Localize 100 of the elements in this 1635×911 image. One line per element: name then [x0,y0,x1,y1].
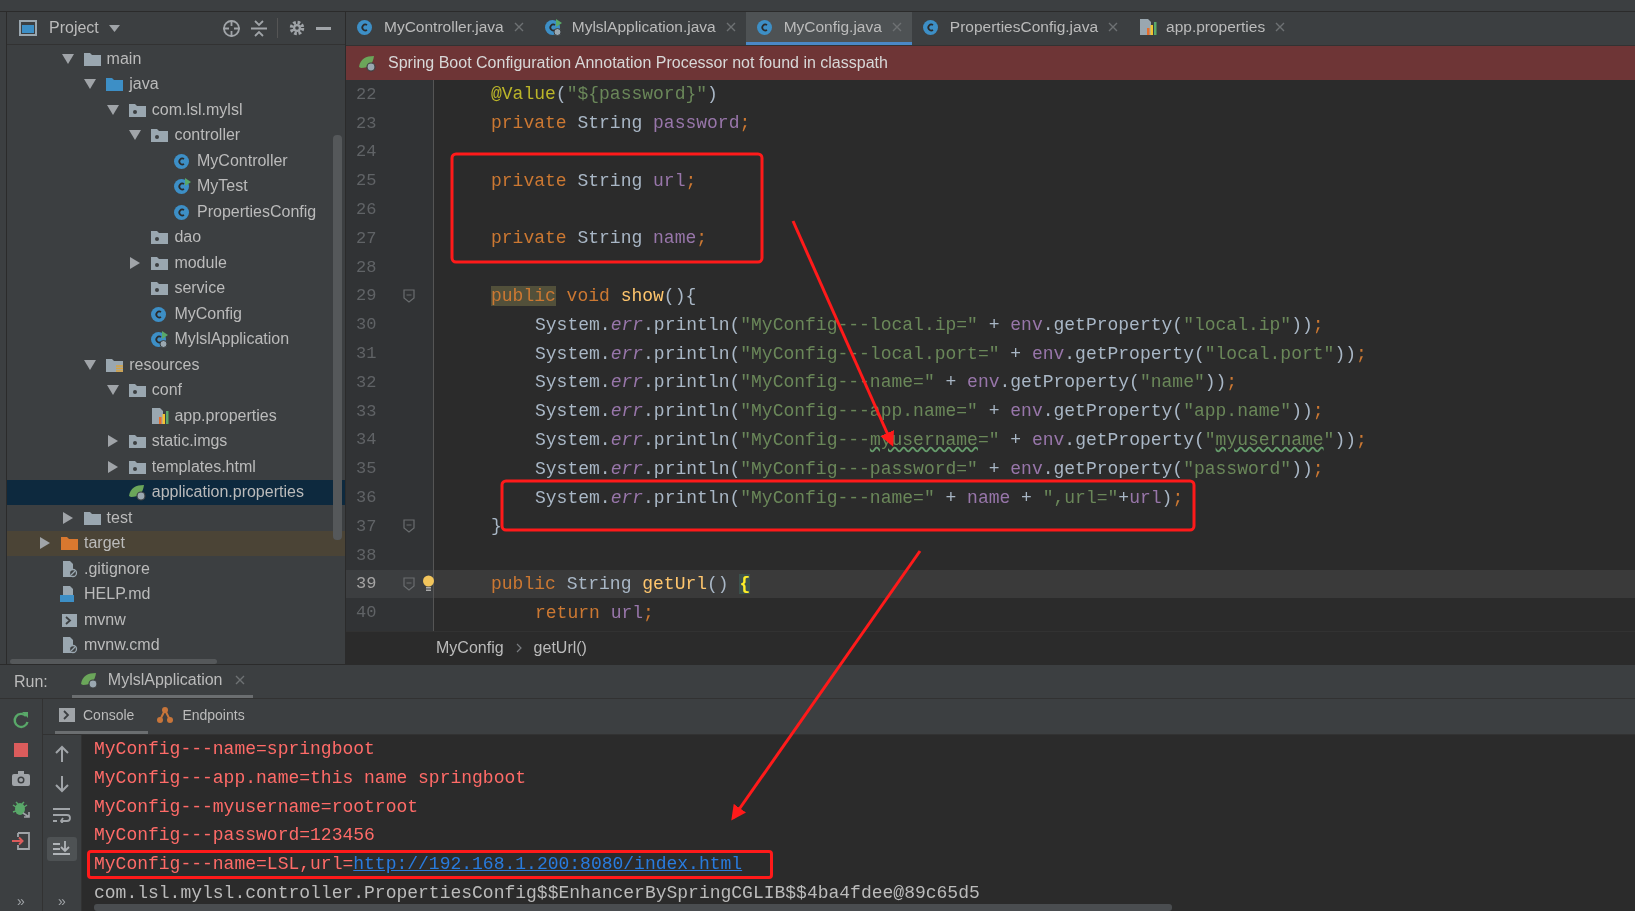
tree-item[interactable]: com.lsl.mylsl [7,97,345,123]
expanded-arrow-icon[interactable] [106,385,119,396]
tree-item[interactable]: MyTest [7,173,345,199]
tree-item[interactable]: module [7,250,345,276]
scrollbar-thumb[interactable] [94,904,1172,911]
run-tab[interactable]: MylslApplication [71,665,253,698]
settings-icon[interactable] [288,19,306,37]
up-arrow-icon[interactable] [55,745,69,762]
tree-item[interactable]: controller [7,122,345,148]
fold-marker-icon[interactable] [403,576,415,591]
resources-folder-icon [105,356,125,373]
collapsed-arrow-icon[interactable] [107,435,118,448]
console-tab[interactable]: Endpoints [152,699,259,734]
tree-item[interactable]: app.properties [7,403,345,429]
package-folder-icon [150,229,170,246]
tree-item[interactable]: application.properties [7,479,345,505]
line-number: 39 [355,574,377,594]
scrollbar-thumb[interactable] [333,135,342,540]
tree-item[interactable]: mvnw [7,607,345,633]
package-folder-icon [150,254,170,271]
expanded-arrow-icon[interactable] [106,104,119,115]
close-icon[interactable] [725,22,736,32]
panel-title[interactable]: Project [49,19,99,37]
code-line: System.err.println("MyConfig---name=" + name + ",url="+url); [535,487,1184,508]
collapsed-arrow-icon[interactable] [62,511,73,524]
scroll-to-end-button[interactable] [47,837,77,861]
console-line: MyConfig---app.name=this name springboot [94,766,527,790]
tree-item[interactable]: conf [7,377,345,403]
crosshair-icon[interactable] [222,18,241,38]
collapse-all-icon[interactable] [251,19,267,37]
collapsed-arrow-icon[interactable] [130,256,141,269]
more-button[interactable]: » [58,893,66,911]
minimize-icon[interactable] [316,26,331,30]
breadcrumb-item[interactable]: MyConfig [436,639,504,657]
folder-icon [82,50,102,67]
class-icon [173,151,192,170]
console-link[interactable]: http://192.168.1.200:8080/index.html [353,854,743,875]
editor-tab[interactable]: PropertiesConfig.java [911,12,1129,45]
code-line: System.err.println("MyConfig---password=" + env.getProperty("password")); [535,458,1324,479]
tree-item[interactable]: MyController [7,148,345,174]
editor-tab[interactable]: MyConfig.java [745,12,912,45]
expanded-arrow-icon[interactable] [84,359,97,370]
test-class-icon [173,177,192,196]
tree-item[interactable]: service [7,275,345,301]
code-line: private String password; [491,113,751,134]
expanded-arrow-icon[interactable] [129,130,142,141]
down-arrow-icon[interactable] [55,776,69,793]
collapsed-arrow-icon[interactable] [40,537,50,550]
package-folder-icon [127,101,147,118]
tree-item[interactable]: test [7,505,345,531]
package-folder-icon [127,458,147,475]
tree-item[interactable]: resources [7,352,345,378]
code-line: public String getUrl() { [491,573,751,594]
tree-item[interactable]: MylslApplication [7,326,345,352]
expanded-arrow-icon[interactable] [84,79,97,90]
lightbulb-icon[interactable] [422,574,435,592]
tree-item[interactable]: templates.html [7,454,345,480]
dropdown-caret-icon[interactable] [108,24,120,32]
tree-item[interactable]: main [7,46,345,72]
file-icon [60,559,79,578]
fold-marker-icon[interactable] [403,288,415,303]
editor-tab[interactable]: app.properties [1128,12,1296,45]
tree-item[interactable]: static.imgs [7,428,345,454]
close-icon[interactable] [1108,22,1119,32]
tree-item[interactable]: HELP.md [7,581,345,607]
folder-icon [105,76,125,93]
code-line: private String name; [491,228,708,249]
class-icon [356,18,375,36]
tree-item[interactable]: PropertiesConfig [7,199,345,225]
console-line: MyConfig---name=springboot [94,738,375,761]
wrap-icon[interactable] [53,807,71,823]
more-button[interactable]: » [17,893,25,911]
editor-tab[interactable]: MyController.java [346,12,534,45]
close-icon[interactable] [1275,22,1286,32]
expanded-arrow-icon[interactable] [61,53,74,64]
console-line: MyConfig---myusername=rootroot [94,795,419,819]
close-icon[interactable] [513,22,524,32]
scroll-to-end-icon [53,841,71,857]
tree-item[interactable]: MyConfig [7,301,345,327]
camera-icon[interactable] [12,771,30,786]
tree-item[interactable]: dao [7,224,345,250]
chevron-icon [515,643,522,653]
rerun-icon[interactable] [12,711,30,729]
scrollbar-thumb[interactable] [10,659,217,664]
folder-icon [82,509,102,526]
fold-marker-icon[interactable] [403,518,415,533]
bug-icon[interactable] [12,800,30,818]
console-icon [59,708,75,722]
collapsed-arrow-icon[interactable] [107,460,118,473]
tree-item[interactable]: java [7,71,345,97]
tree-item[interactable]: mvnw.cmd [7,632,345,658]
exit-icon[interactable] [12,832,30,850]
tree-item[interactable]: .gitignore [7,556,345,582]
editor-tab[interactable]: MylslApplication.java [533,12,746,45]
code-line: return url; [535,602,654,623]
run-label: Run: [14,672,48,691]
leaf-class-icon [150,330,170,349]
breadcrumb-item[interactable]: getUrl() [533,639,587,657]
tree-item[interactable]: target [7,530,345,556]
close-icon[interactable] [234,675,245,685]
